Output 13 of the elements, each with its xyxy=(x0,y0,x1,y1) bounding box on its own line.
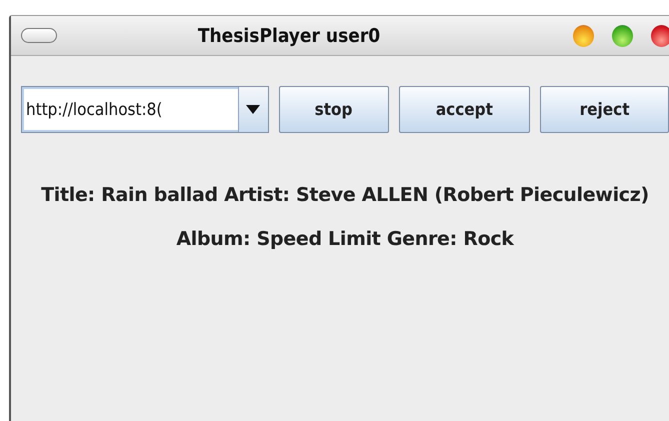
dropdown-button[interactable] xyxy=(238,87,268,132)
action-button[interactable]: accept xyxy=(398,86,530,133)
url-combo-box[interactable]: http://localhost:8( xyxy=(21,86,269,133)
minimize-button[interactable] xyxy=(573,24,594,46)
window-title: ThesisPlayer user0 xyxy=(196,24,382,46)
toolbar-toggle-button[interactable] xyxy=(21,28,57,43)
action-button[interactable]: stop xyxy=(278,86,389,133)
track-info-text: Title: Rain ballad Artist: Steve ALLEN (Robert Pieculewicz) xyxy=(40,183,650,208)
caret-icon xyxy=(246,105,260,114)
close-button[interactable] xyxy=(651,24,669,46)
maximize-button[interactable] xyxy=(612,24,633,46)
track-info-text: Album: Speed Limit Genre: Rock xyxy=(175,227,515,252)
action-button[interactable]: reject xyxy=(540,86,669,133)
